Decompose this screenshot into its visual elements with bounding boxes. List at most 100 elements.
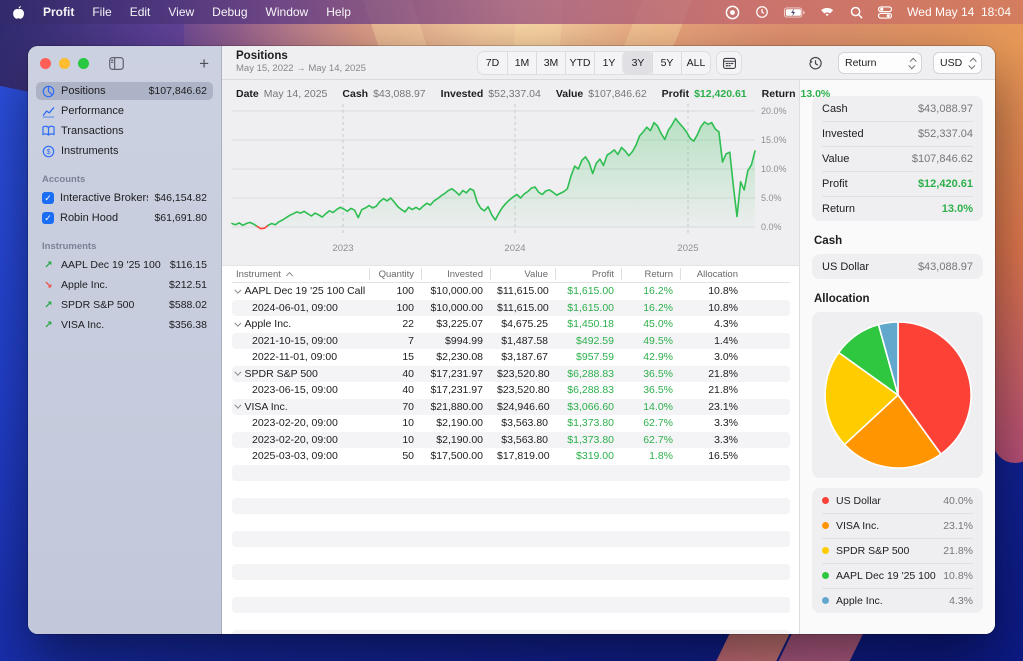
table-row[interactable]: 2024-06-01, 09:00100$10,000.00$11,615.00… bbox=[232, 300, 790, 317]
range-button-ytd[interactable]: YTD bbox=[565, 52, 594, 74]
table-row[interactable]: SPDR S&P 50040$17,231.97$23,520.80$6,288… bbox=[232, 366, 790, 383]
summary-label: Profit bbox=[822, 178, 848, 190]
account-item[interactable]: ✓Robin Hood$61,691.80 bbox=[36, 209, 213, 227]
instrument-item[interactable]: ↘Apple Inc.$212.51 bbox=[36, 276, 213, 294]
cell-quantity: 10 bbox=[369, 417, 421, 429]
table-header: InstrumentQuantityInvestedValueProfitRet… bbox=[232, 266, 790, 283]
column-header-profit[interactable]: Profit bbox=[555, 268, 621, 280]
currency-select[interactable]: USD bbox=[933, 52, 982, 74]
table-row[interactable]: 2021-10-15, 09:007$994.99$1,487.58$492.5… bbox=[232, 333, 790, 350]
return-select[interactable]: Return bbox=[838, 52, 922, 74]
range-button-1y[interactable]: 1Y bbox=[594, 52, 623, 74]
apple-logo-icon[interactable] bbox=[12, 5, 25, 20]
menu-bar: Profit File Edit View Debug Window Help Wed Ma… bbox=[0, 0, 1023, 24]
sidebar-item-label: Positions bbox=[61, 85, 143, 97]
empty-row bbox=[232, 481, 790, 498]
wifi-icon[interactable] bbox=[820, 7, 835, 18]
return-select-value: Return bbox=[845, 57, 904, 69]
summary-row-return: Return13.0% bbox=[812, 196, 983, 221]
menu-item-window[interactable]: Window bbox=[266, 5, 309, 19]
menu-item-view[interactable]: View bbox=[168, 5, 194, 19]
column-header-value[interactable]: Value bbox=[490, 268, 555, 280]
toggle-sidebar-icon[interactable] bbox=[109, 57, 124, 70]
battery-icon[interactable] bbox=[784, 7, 805, 18]
minimize-button[interactable] bbox=[59, 58, 70, 69]
sidebar-item-instruments[interactable]: $Instruments bbox=[36, 142, 213, 160]
legend-dot bbox=[822, 522, 829, 529]
sidebar-item-performance[interactable]: Performance bbox=[36, 102, 213, 120]
instrument-item[interactable]: ↗SPDR S&P 500$588.02 bbox=[36, 296, 213, 314]
range-button-all[interactable]: ALL bbox=[681, 52, 710, 74]
disclosure-chevron-icon[interactable] bbox=[235, 320, 241, 326]
table-row[interactable]: AAPL Dec 19 '25 100 Call100$10,000.00$11… bbox=[232, 283, 790, 300]
column-header-quantity[interactable]: Quantity bbox=[369, 268, 421, 280]
empty-row bbox=[232, 547, 790, 564]
control-center-icon[interactable] bbox=[878, 6, 892, 19]
empty-row bbox=[232, 597, 790, 614]
y-axis-tick: 10.0% bbox=[761, 164, 787, 174]
column-header-allocation[interactable]: Allocation bbox=[680, 268, 745, 280]
menu-item-debug[interactable]: Debug bbox=[212, 5, 247, 19]
search-icon[interactable] bbox=[850, 6, 863, 19]
menu-item-file[interactable]: File bbox=[92, 5, 111, 19]
allocation-legend: US Dollar40.0%VISA Inc.23.1%SPDR S&P 500… bbox=[812, 488, 983, 613]
cell-return: 62.7% bbox=[621, 417, 680, 429]
close-button[interactable] bbox=[40, 58, 51, 69]
cell-allocation: 1.4% bbox=[680, 335, 745, 347]
empty-row bbox=[232, 580, 790, 597]
menubar-clock[interactable]: Wed May 14 18:04 bbox=[907, 5, 1011, 19]
cell-instrument: 2023-06-15, 09:00 bbox=[232, 384, 369, 396]
performance-chart[interactable]: 20.0%15.0%10.0%5.0%0.0%202320242025 bbox=[222, 98, 799, 262]
column-header-instrument[interactable]: Instrument bbox=[232, 268, 369, 280]
cell-instrument: AAPL Dec 19 '25 100 Call bbox=[232, 285, 369, 297]
menu-item-help[interactable]: Help bbox=[326, 5, 351, 19]
instrument-label: Apple Inc. bbox=[61, 279, 163, 291]
calendar-button[interactable] bbox=[717, 52, 741, 74]
instrument-item[interactable]: ↗AAPL Dec 19 '25 100 Call$116.15 bbox=[36, 256, 213, 274]
cell-instrument: 2024-06-01, 09:00 bbox=[232, 302, 369, 314]
summary-label: Invested bbox=[822, 128, 864, 140]
add-button[interactable]: + bbox=[199, 55, 209, 72]
sidebar-item-positions[interactable]: Positions$107,846.62 bbox=[36, 82, 213, 100]
empty-row bbox=[232, 564, 790, 581]
range-button-7d[interactable]: 7D bbox=[478, 52, 507, 74]
cell-quantity: 100 bbox=[369, 285, 421, 297]
disclosure-chevron-icon[interactable] bbox=[235, 402, 241, 408]
screen-record-icon[interactable] bbox=[725, 5, 740, 20]
column-header-return[interactable]: Return bbox=[621, 268, 680, 280]
range-button-3m[interactable]: 3M bbox=[536, 52, 565, 74]
disclosure-chevron-icon[interactable] bbox=[235, 287, 241, 293]
time-machine-icon[interactable] bbox=[755, 5, 769, 19]
menu-item-edit[interactable]: Edit bbox=[130, 5, 151, 19]
zoom-button[interactable] bbox=[78, 58, 89, 69]
cell-quantity: 7 bbox=[369, 335, 421, 347]
legend-dot bbox=[822, 572, 829, 579]
account-item[interactable]: ✓Interactive Brokers$46,154.82 bbox=[36, 189, 213, 207]
table-row[interactable]: 2023-02-20, 09:0010$2,190.00$3,563.80$1,… bbox=[232, 432, 790, 449]
table-row[interactable]: VISA Inc.70$21,880.00$24,946.60$3,066.60… bbox=[232, 399, 790, 416]
history-button[interactable] bbox=[806, 54, 824, 72]
profit-app-window: + Positions$107,846.62 Performance Transac… bbox=[28, 46, 995, 634]
table-row[interactable]: 2022-11-01, 09:0015$2,230.08$3,187.67$95… bbox=[232, 349, 790, 366]
column-header-invested[interactable]: Invested bbox=[421, 268, 490, 280]
menu-item-profit[interactable]: Profit bbox=[43, 5, 74, 19]
disclosure-chevron-icon[interactable] bbox=[235, 369, 241, 375]
instruments-section-title: Instruments bbox=[36, 229, 213, 256]
account-checkbox[interactable]: ✓ bbox=[42, 212, 54, 224]
range-button-3y[interactable]: 3Y bbox=[623, 52, 652, 74]
range-button-1m[interactable]: 1M bbox=[507, 52, 536, 74]
instrument-item[interactable]: ↗VISA Inc.$356.38 bbox=[36, 316, 213, 334]
table-row[interactable]: Apple Inc.22$3,225.07$4,675.25$1,450.184… bbox=[232, 316, 790, 333]
range-button-5y[interactable]: 5Y bbox=[652, 52, 681, 74]
account-checkbox[interactable]: ✓ bbox=[42, 192, 54, 204]
summary-card: Cash$43,088.97Invested$52,337.04Value$10… bbox=[812, 96, 983, 221]
cell-return: 14.0% bbox=[621, 401, 680, 413]
table-row[interactable]: 2023-06-15, 09:0040$17,231.97$23,520.80$… bbox=[232, 382, 790, 399]
instrument-name: 2022-11-01, 09:00 bbox=[252, 351, 337, 363]
cell-quantity: 15 bbox=[369, 351, 421, 363]
cell-invested: $10,000.00 bbox=[421, 302, 490, 314]
sidebar-item-transactions[interactable]: Transactions bbox=[36, 122, 213, 140]
legend-item: VISA Inc.23.1% bbox=[812, 513, 983, 538]
table-row[interactable]: 2025-03-03, 09:0050$17,500.00$17,819.00$… bbox=[232, 448, 790, 465]
table-row[interactable]: 2023-02-20, 09:0010$2,190.00$3,563.80$1,… bbox=[232, 415, 790, 432]
